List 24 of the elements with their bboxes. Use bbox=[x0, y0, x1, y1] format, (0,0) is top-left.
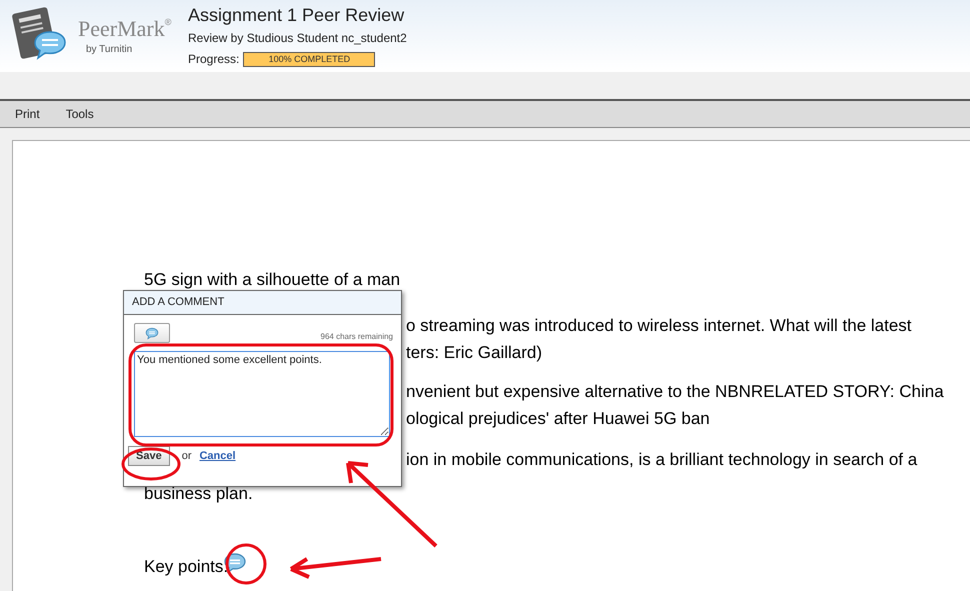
menu-item[interactable]: Tools bbox=[66, 105, 94, 123]
chars-remaining-text: 964 chars remaining bbox=[320, 331, 393, 343]
document-text: ters: Eric Gaillard) bbox=[406, 343, 542, 363]
document-text: business plan. bbox=[144, 484, 253, 504]
progress-text: 100% COMPLETED bbox=[268, 52, 352, 66]
document-text: nvenient but expensive alternative to the NBNRELATED STORY: China bbox=[406, 382, 944, 402]
comment-type-button[interactable] bbox=[134, 323, 170, 343]
logo-text: PeerMark bbox=[78, 16, 165, 42]
document-text: o streaming was introduced to wireless internet. What will the latest bbox=[406, 316, 912, 336]
popup-title: ADD A COMMENT bbox=[132, 295, 224, 310]
or-text: or bbox=[182, 448, 192, 464]
review-by-text: Review by Studious Student nc_student2 bbox=[188, 30, 407, 47]
registered-mark: ® bbox=[164, 16, 172, 26]
page-title: Assignment 1 Peer Review bbox=[188, 4, 406, 26]
cancel-link[interactable]: Cancel bbox=[199, 448, 236, 464]
document-text: ion in mobile communications, is a brilliant technology in search of a bbox=[406, 450, 918, 470]
key-points-text: Key points: bbox=[144, 556, 228, 578]
document-text: ological prejudices' after Huawei 5G ban bbox=[406, 409, 710, 429]
document-text: 5G sign with a silhouette of a man bbox=[144, 270, 400, 290]
comment-field[interactable]: You mentioned some excellent points. bbox=[134, 351, 390, 437]
menu-item[interactable]: Print bbox=[15, 105, 40, 123]
speech-bubble-icon bbox=[145, 326, 159, 340]
logo-subtitle: by Turnitin bbox=[86, 42, 134, 56]
progress-label: Progress: bbox=[188, 51, 240, 68]
